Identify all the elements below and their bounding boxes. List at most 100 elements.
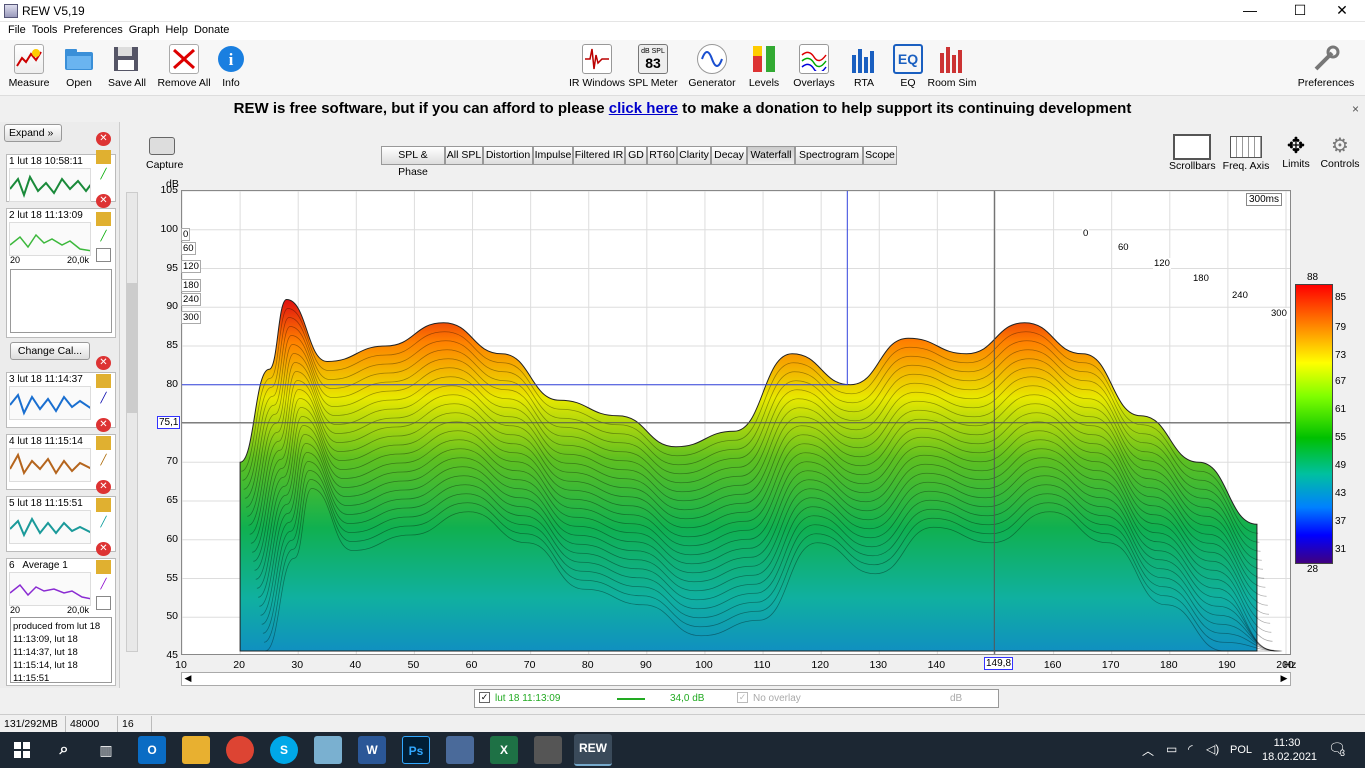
menu-tools[interactable]: Tools xyxy=(29,22,61,38)
measurement-3-color-icon[interactable]: ╱ xyxy=(96,392,111,406)
tab-filtered-ir[interactable]: Filtered IR xyxy=(573,146,625,165)
freq-axis-button[interactable]: Freq. Axis xyxy=(1222,134,1270,174)
tab-clarity[interactable]: Clarity xyxy=(677,146,711,165)
scroll-right-icon[interactable]: ▶ xyxy=(1278,673,1290,685)
info-button[interactable]: i Info xyxy=(199,42,263,94)
measurement-6-edit-icon[interactable] xyxy=(96,560,111,574)
save-icon xyxy=(112,44,142,74)
overlay-checkbox[interactable]: ✓ xyxy=(737,692,748,703)
room-sim-button[interactable]: Room Sim xyxy=(920,42,984,94)
time-tick-label-right: 60 xyxy=(1117,242,1130,253)
preferences-button[interactable]: Preferences xyxy=(1294,42,1358,94)
battery-icon[interactable]: ▭ xyxy=(1166,742,1177,756)
rew-taskbar-icon[interactable]: REW xyxy=(574,734,612,766)
measurement-notes-text[interactable]: produced from lut 18 11:13:09, lut 18 11… xyxy=(10,617,112,683)
menu-help[interactable]: Help xyxy=(162,22,191,38)
tab-spl-phase[interactable]: SPL & Phase xyxy=(381,146,445,178)
tab-waterfall[interactable]: Waterfall xyxy=(747,146,795,165)
scroll-left-icon[interactable]: ◀ xyxy=(182,673,194,685)
save-all-button[interactable]: Save All xyxy=(95,42,159,94)
tab-distortion[interactable]: Distortion xyxy=(483,146,533,165)
delete-measurement-6-button[interactable]: ✕ xyxy=(96,542,111,556)
measurement-5-edit-icon[interactable] xyxy=(96,498,111,512)
wifi-icon[interactable]: ◜ xyxy=(1188,742,1193,756)
limits-button[interactable]: ✥ Limits xyxy=(1278,134,1314,174)
language-indicator[interactable]: POL xyxy=(1230,744,1252,756)
tab-all-spl[interactable]: All SPL xyxy=(445,146,483,165)
spl-meter-button[interactable]: dB SPL 83 SPL Meter xyxy=(621,42,685,94)
outlook-icon[interactable]: O xyxy=(138,736,166,764)
minimize-button[interactable]: — xyxy=(1227,0,1273,22)
panel-scrollbar-thumb[interactable] xyxy=(127,283,137,413)
volume-icon[interactable]: ◁) xyxy=(1206,742,1219,756)
donate-link[interactable]: click here xyxy=(609,100,678,117)
file-explorer-icon[interactable] xyxy=(182,736,210,764)
change-cal-button[interactable]: Change Cal... xyxy=(10,342,90,360)
measurement-1-color-icon[interactable]: ╱ xyxy=(96,168,111,182)
skype-icon[interactable]: S xyxy=(270,736,298,764)
menu-donate[interactable]: Donate xyxy=(191,22,232,38)
excel-icon[interactable]: X xyxy=(490,736,518,764)
measurements-panel: Expand » 1 lut 18 10:58:11 ✕ ╱ 2 lut 18 … xyxy=(0,122,138,688)
tab-gd[interactable]: GD xyxy=(625,146,647,165)
measurement-6-color-icon[interactable]: ╱ xyxy=(96,578,111,592)
horizontal-scrollbar[interactable]: ◀ ▶ xyxy=(181,672,1291,686)
panel-scrollbar[interactable] xyxy=(126,192,138,652)
tray-chevron-up-icon[interactable]: ︿ xyxy=(1142,742,1154,759)
tab-impulse[interactable]: Impulse xyxy=(533,146,573,165)
menu-file[interactable]: File xyxy=(5,22,29,38)
close-button[interactable]: ✕ xyxy=(1319,0,1365,22)
delete-measurement-5-button[interactable]: ✕ xyxy=(96,480,111,494)
maximize-button[interactable]: ☐ xyxy=(1277,0,1323,22)
save-app-icon[interactable] xyxy=(446,736,474,764)
word-icon[interactable]: W xyxy=(358,736,386,764)
tab-rt60[interactable]: RT60 xyxy=(647,146,677,165)
measurement-1-edit-icon[interactable] xyxy=(96,150,111,164)
x-tick-label: 120 xyxy=(811,659,829,671)
measurement-card-2[interactable]: 2 lut 18 11:13:09 20 20,0k xyxy=(6,208,116,338)
tab-scope[interactable]: Scope xyxy=(863,146,897,165)
waterfall-plot[interactable]: 300ms xyxy=(181,190,1291,655)
delete-measurement-1-button[interactable]: ✕ xyxy=(96,132,111,146)
overlay-unit: dB xyxy=(950,693,963,704)
measurement-notes-box[interactable] xyxy=(10,269,112,333)
measurement-4-edit-icon[interactable] xyxy=(96,436,111,450)
measurement-thumbnail xyxy=(9,168,91,202)
measurement-2-notes-icon[interactable] xyxy=(96,248,111,262)
measurement-2-color-icon[interactable]: ╱ xyxy=(96,230,111,244)
generator-icon xyxy=(697,44,727,74)
clock[interactable]: 11:30 18.02.2021 xyxy=(1262,736,1317,764)
tab-decay[interactable]: Decay xyxy=(711,146,747,165)
chrome-icon[interactable] xyxy=(226,736,254,764)
camera-icon xyxy=(149,137,175,155)
scrollbars-button[interactable]: Scrollbars xyxy=(1169,134,1216,174)
delete-measurement-2-button[interactable]: ✕ xyxy=(96,194,111,208)
measurement-4-color-icon[interactable]: ╱ xyxy=(96,454,111,468)
task-view-icon[interactable]: ▥ xyxy=(92,736,120,764)
banner-close-button[interactable]: × xyxy=(1352,96,1359,122)
svg-text:i: i xyxy=(229,50,234,69)
expand-button[interactable]: Expand » xyxy=(4,124,62,142)
delete-measurement-4-button[interactable]: ✕ xyxy=(96,418,111,432)
controls-button[interactable]: ⚙ Controls xyxy=(1320,134,1360,174)
measurement-3-edit-icon[interactable] xyxy=(96,374,111,388)
delete-measurement-3-button[interactable]: ✕ xyxy=(96,356,111,370)
x-tick-label: 50 xyxy=(407,659,420,671)
time-tick-label-left: 180 xyxy=(181,279,201,292)
legend-checkbox[interactable]: ✓ xyxy=(479,692,490,703)
menu-graph[interactable]: Graph xyxy=(126,22,163,38)
tab-spectrogram[interactable]: Spectrogram xyxy=(795,146,863,165)
windows-start-icon[interactable] xyxy=(8,736,36,764)
measurement-5-color-icon[interactable]: ╱ xyxy=(96,516,111,530)
photoshop-icon[interactable]: Ps xyxy=(402,736,430,764)
calculator-icon[interactable] xyxy=(534,736,562,764)
measurement-thumbnail xyxy=(9,222,91,256)
measurement-2-edit-icon[interactable] xyxy=(96,212,111,226)
capture-button[interactable]: Capture xyxy=(146,134,183,174)
search-icon[interactable]: ⌕ xyxy=(50,736,78,764)
app-icon-glass[interactable] xyxy=(314,736,342,764)
measurement-label: 4 lut 18 11:15:14 xyxy=(9,436,83,447)
menu-preferences[interactable]: Preferences xyxy=(60,22,125,38)
measurement-6-notes-icon[interactable] xyxy=(96,596,111,610)
ir-windows-button[interactable]: IR Windows xyxy=(565,42,629,94)
